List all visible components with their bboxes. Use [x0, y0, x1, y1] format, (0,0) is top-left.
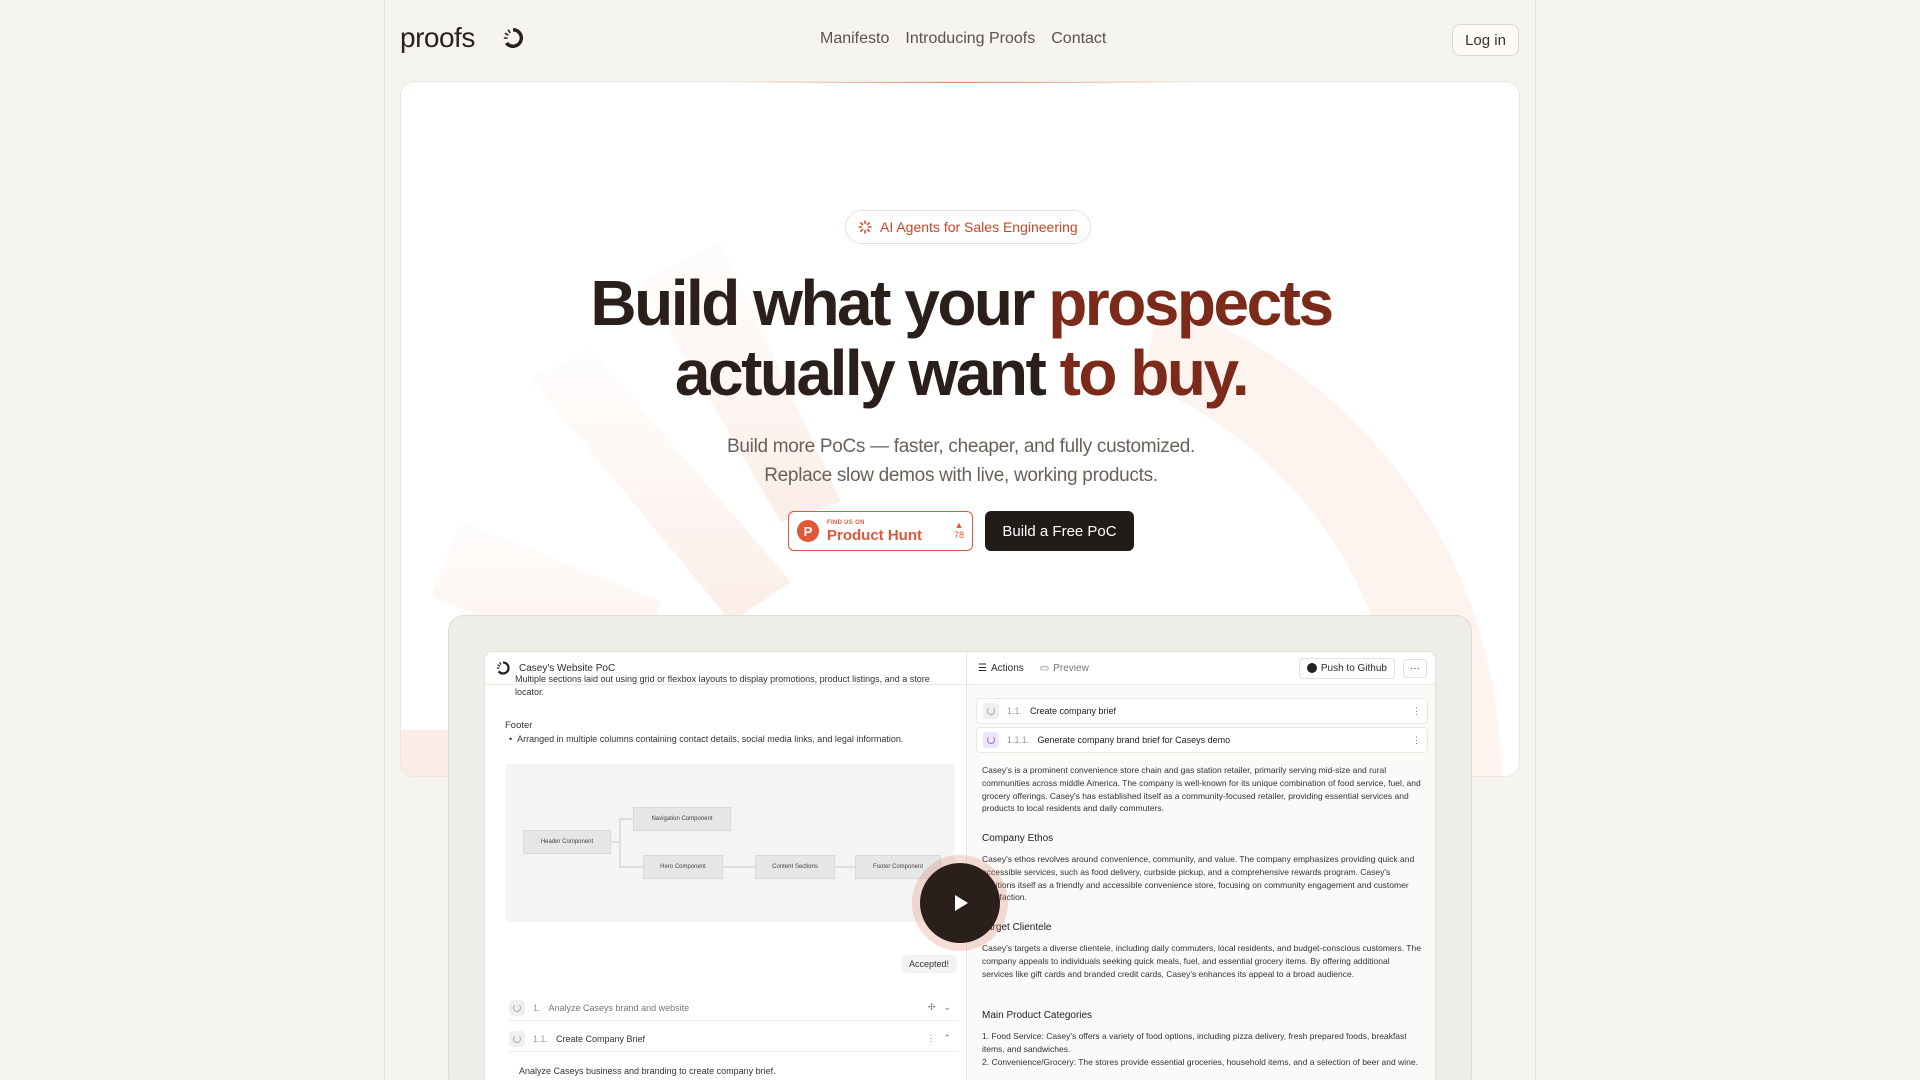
ethos-heading: Company Ethos — [982, 833, 1054, 844]
diagram-navigation-component: Navigation Component — [633, 807, 731, 831]
chat-pane: Casey's Website PoC Multiple sections la… — [485, 652, 967, 1080]
action-number: 1.1.1. — [1007, 735, 1030, 745]
category-item-2: 2. Convenience/Grocery: The stores provi… — [982, 1057, 1418, 1067]
chevron-up-icon[interactable]: ⌃ — [943, 1033, 951, 1044]
subtitle-line2: Replace slow demos with live, working pr… — [764, 465, 1158, 486]
task-row[interactable]: 1. Analyze Caseys brand and website ✢ ⌄ — [509, 995, 959, 1021]
add-task-icon[interactable]: ✢ — [928, 1002, 936, 1013]
task-spinner-icon — [509, 1030, 525, 1047]
task-number: 1.1. — [533, 1033, 549, 1044]
brief-intro: Casey's is a prominent convenience store… — [982, 765, 1421, 814]
more-options-icon[interactable]: ⋮ — [1412, 735, 1421, 746]
spinner-icon — [858, 220, 872, 234]
push-to-github-label: Push to Github — [1320, 662, 1387, 674]
github-icon — [1306, 663, 1317, 673]
action-label: Create company brief — [1030, 706, 1117, 716]
ph-vote-count: 78 — [953, 530, 964, 540]
headline-line2-red: to buy. — [1059, 337, 1250, 409]
more-options-icon[interactable]: ⋮ — [1412, 706, 1421, 717]
chevron-down-icon[interactable]: ⌄ — [943, 1002, 951, 1013]
more-menu-button[interactable]: ··· — [1403, 658, 1427, 678]
poc-title: Casey's Website PoC — [519, 662, 616, 674]
nav-manifesto[interactable]: Manifesto — [820, 30, 889, 48]
headline-part2: prospects — [1048, 267, 1334, 339]
clientele-text: Casey's targets a diverse clientele, inc… — [982, 943, 1421, 979]
monitor-icon: ▭ — [1039, 662, 1050, 674]
hero-subtitle: Build more PoCs — faster, cheaper, and f… — [401, 432, 1519, 490]
diagram-hero-component: Hero Component — [643, 855, 723, 879]
list-icon: ☰ — [978, 662, 987, 674]
login-button[interactable]: Log in — [1452, 24, 1519, 56]
footer-bullet: Arranged in multiple columns containing … — [517, 734, 904, 744]
footer-bullet-row: • Arranged in multiple columns containin… — [509, 734, 904, 744]
action-item[interactable]: 1.1.1. Generate company brand brief for … — [976, 727, 1428, 753]
architecture-diagram: Header Component Navigation Component He… — [505, 764, 955, 922]
categories-heading: Main Product Categories — [982, 1010, 1093, 1021]
actions-pane-header: ☰ Actions ▭ Preview Push to Github ··· — [968, 652, 1435, 685]
accepted-message: Accepted! — [901, 955, 958, 973]
action-spinner-icon — [983, 703, 999, 719]
play-video-button[interactable] — [920, 863, 1000, 943]
main-nav: Manifesto Introducing Proofs Contact — [820, 30, 1106, 48]
logo[interactable]: proofs — [400, 22, 525, 54]
diagram-content-sections: Content Sections — [755, 855, 835, 879]
logo-text: proofs — [400, 22, 475, 53]
hero-headline: Build what your prospects actually want … — [401, 267, 1519, 409]
push-to-github-button[interactable]: Push to Github — [1298, 657, 1395, 679]
task-description: Analyze Caseys business and branding to … — [519, 1066, 776, 1076]
preview-tab-label: Preview — [1053, 662, 1089, 674]
nav-introducing-proofs[interactable]: Introducing Proofs — [905, 30, 1035, 48]
hero-badge[interactable]: AI Agents for Sales Engineering — [845, 210, 1091, 244]
build-free-poc-button[interactable]: Build a Free PoC — [985, 511, 1134, 551]
actions-tab[interactable]: ☰ Actions — [978, 663, 1024, 674]
task-spinner-icon — [509, 999, 525, 1016]
ph-votes: ▲ 78 — [953, 520, 964, 541]
play-icon — [955, 895, 968, 911]
more-options-icon[interactable]: ⋮ — [926, 1033, 935, 1044]
diagram-header-component: Header Component — [523, 830, 611, 854]
actions-pane: ☰ Actions ▭ Preview Push to Github ··· 1… — [968, 652, 1435, 1080]
subtitle-line1: Build more PoCs — faster, cheaper, and f… — [727, 436, 1195, 457]
product-hunt-button[interactable]: P FIND US ON Product Hunt ▲ 78 — [788, 511, 973, 551]
footer-heading: Footer — [505, 720, 533, 731]
task-number: 1. — [533, 1002, 541, 1013]
diagram-footer-component: Footer Component — [855, 855, 941, 879]
task-row[interactable]: 1.1. Create Company Brief ⋮ ⌃ — [509, 1026, 959, 1052]
ethos-text: Casey's ethos revolves around convenienc… — [982, 854, 1415, 903]
action-number: 1.1. — [1007, 706, 1023, 716]
action-label: Generate company brand brief for Caseys … — [1037, 735, 1231, 745]
logo-mark-icon — [503, 28, 523, 48]
headline-line2-dark: actually want — [674, 337, 1047, 409]
ph-big-label: Product Hunt — [827, 526, 922, 544]
preview-tab[interactable]: ▭ Preview — [1040, 663, 1089, 674]
action-spinner-icon — [983, 732, 999, 748]
headline-part1: Build what your — [590, 267, 1035, 339]
task-label: Analyze Caseys brand and website — [548, 1002, 690, 1013]
nav-contact[interactable]: Contact — [1051, 30, 1106, 48]
product-hunt-icon: P — [797, 520, 819, 542]
clipped-text: Multiple sections laid out using grid or… — [515, 674, 930, 697]
hero-badge-label: AI Agents for Sales Engineering — [880, 219, 1078, 235]
category-item-1: 1. Food Service: Casey's offers a variet… — [982, 1031, 1407, 1054]
ph-small-label: FIND US ON — [827, 519, 865, 526]
clipped-content: Multiple sections laid out using grid or… — [505, 673, 955, 701]
action-item[interactable]: 1.1. Create company brief ⋮ — [976, 698, 1428, 724]
task-label: Create Company Brief — [556, 1033, 646, 1044]
actions-tab-label: Actions — [990, 662, 1024, 674]
